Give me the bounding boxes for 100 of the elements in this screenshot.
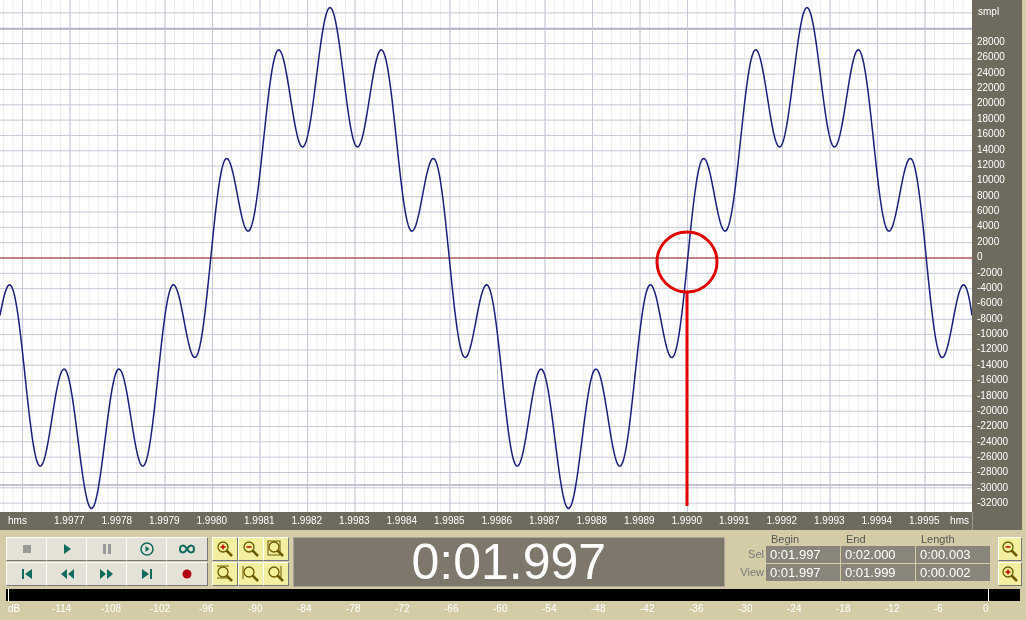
axis-label: 1.9992 xyxy=(766,515,798,527)
meter-label: -66 xyxy=(444,603,459,615)
axis-label: 20000 xyxy=(977,97,1005,110)
axis-label: 1.9991 xyxy=(719,515,750,527)
axis-label: 1.9990 xyxy=(671,515,703,527)
row-label: Sel xyxy=(747,547,765,563)
axis-unit: smpl xyxy=(978,5,1000,19)
time-field: 0:00.003 xyxy=(916,546,990,563)
time-field: 0:02.000 xyxy=(841,546,915,563)
meter-label: -114 xyxy=(52,603,72,615)
loop-button[interactable] xyxy=(165,537,208,561)
axis-label: 1.9983 xyxy=(339,515,370,527)
axis-label: 26000 xyxy=(977,51,1005,64)
axis-label: 1.9984 xyxy=(386,515,418,527)
magnifier-icon xyxy=(241,540,260,558)
infinity-icon xyxy=(178,542,195,556)
zoom-left-button[interactable] xyxy=(237,562,264,586)
fast-forward-icon xyxy=(98,567,115,581)
meter-label: -90 xyxy=(248,603,263,615)
axis-label: 1.9982 xyxy=(291,515,323,527)
zoom-selection-button[interactable] xyxy=(212,562,239,586)
axis-label: -12000 xyxy=(977,343,1009,356)
axis-label: 1.9981 xyxy=(244,515,275,527)
axis-label: 22000 xyxy=(977,82,1005,95)
axis-label: -10000 xyxy=(977,328,1009,340)
meter-label: -72 xyxy=(395,603,410,615)
axis-label: -8000 xyxy=(977,312,1003,325)
meter-label: -24 xyxy=(787,603,802,615)
axis-unit: hms xyxy=(8,515,27,527)
axis-label: 1.9995 xyxy=(909,515,940,527)
magnifier-icon xyxy=(216,540,235,558)
time-field: 0:01.997 xyxy=(766,546,840,563)
magnifier-icon xyxy=(266,565,285,583)
meter-label: -36 xyxy=(689,603,704,615)
magnifier-icon xyxy=(266,540,285,558)
zoom-right-button[interactable] xyxy=(262,562,289,586)
meter-label: -54 xyxy=(542,603,557,615)
meter-label: -84 xyxy=(297,603,312,615)
rewind-button[interactable] xyxy=(45,562,88,586)
axis-label: -32000 xyxy=(977,497,1009,510)
axis-label: 1.9985 xyxy=(434,515,465,527)
meter-label: -48 xyxy=(591,603,606,615)
fast-forward-button[interactable] xyxy=(85,562,128,586)
magnifier-icon xyxy=(216,565,235,583)
axis-label: -16000 xyxy=(977,374,1009,387)
axis-label: -18000 xyxy=(977,389,1009,402)
meter-label: -60 xyxy=(493,603,508,615)
zoom-full-button[interactable] xyxy=(262,537,289,561)
axis-label: 1.9977 xyxy=(54,515,85,527)
axis-label: 12000 xyxy=(977,158,1005,171)
axis-label: -22000 xyxy=(977,420,1009,433)
axis-label: 1.9980 xyxy=(196,515,228,527)
axis-label: 28000 xyxy=(977,36,1005,48)
zoom-in-button[interactable] xyxy=(212,537,239,561)
axis-label: 2000 xyxy=(977,235,1000,248)
meter-label: -96 xyxy=(199,603,214,615)
axis-unit: hms xyxy=(950,515,969,527)
axis-label: -6000 xyxy=(977,297,1003,310)
magnifier-icon xyxy=(1001,540,1019,558)
circled-play-icon xyxy=(138,542,155,556)
axis-label: 1.9994 xyxy=(861,515,893,527)
play-to-end-button[interactable] xyxy=(125,537,168,561)
meter-label: -108 xyxy=(101,603,121,615)
axis-label: 6000 xyxy=(977,205,1000,218)
zoom-in-button[interactable] xyxy=(998,562,1022,586)
axis-label: 0 xyxy=(977,251,983,264)
axis-label: -4000 xyxy=(977,281,1003,294)
axis-label: 10000 xyxy=(977,174,1005,187)
play-button[interactable] xyxy=(45,537,88,561)
meter-label: -6 xyxy=(934,603,943,615)
skip-back-icon xyxy=(19,567,35,581)
axis-label: 1.9988 xyxy=(576,515,608,527)
axis-label: 18000 xyxy=(977,112,1005,125)
axis-label: -30000 xyxy=(977,481,1009,494)
row-label: View xyxy=(739,565,765,581)
go-to-end-button[interactable] xyxy=(125,562,168,586)
meter-label: -78 xyxy=(346,603,361,615)
axis-label: 8000 xyxy=(977,189,1000,202)
meter-label: -12 xyxy=(885,603,900,615)
axis-label: 4000 xyxy=(977,220,1000,233)
time-field: 0:01.997 xyxy=(766,564,840,581)
go-to-start-button[interactable] xyxy=(6,562,48,586)
current-time: 0:01.997 xyxy=(411,537,607,587)
column-header: End xyxy=(845,533,867,545)
meter-label: -30 xyxy=(738,603,753,615)
zoom-out-button[interactable] xyxy=(237,537,264,561)
axis-label: -2000 xyxy=(977,266,1003,279)
time-field: 0:01.999 xyxy=(841,564,915,581)
meter-unit: dB xyxy=(8,603,21,615)
meter-label: -102 xyxy=(150,603,170,615)
meter-label: 0 xyxy=(983,603,989,615)
time-field: 0:00.002 xyxy=(916,564,990,581)
axis-label: -24000 xyxy=(977,435,1009,448)
meter-label: -42 xyxy=(640,603,655,615)
axis-label: 1.9987 xyxy=(529,515,560,527)
axis-label: -20000 xyxy=(977,404,1009,417)
axis-label: 1.9979 xyxy=(149,515,180,527)
zoom-out-button[interactable] xyxy=(998,537,1022,561)
axis-label: -14000 xyxy=(977,358,1009,371)
record-button[interactable] xyxy=(165,562,208,586)
